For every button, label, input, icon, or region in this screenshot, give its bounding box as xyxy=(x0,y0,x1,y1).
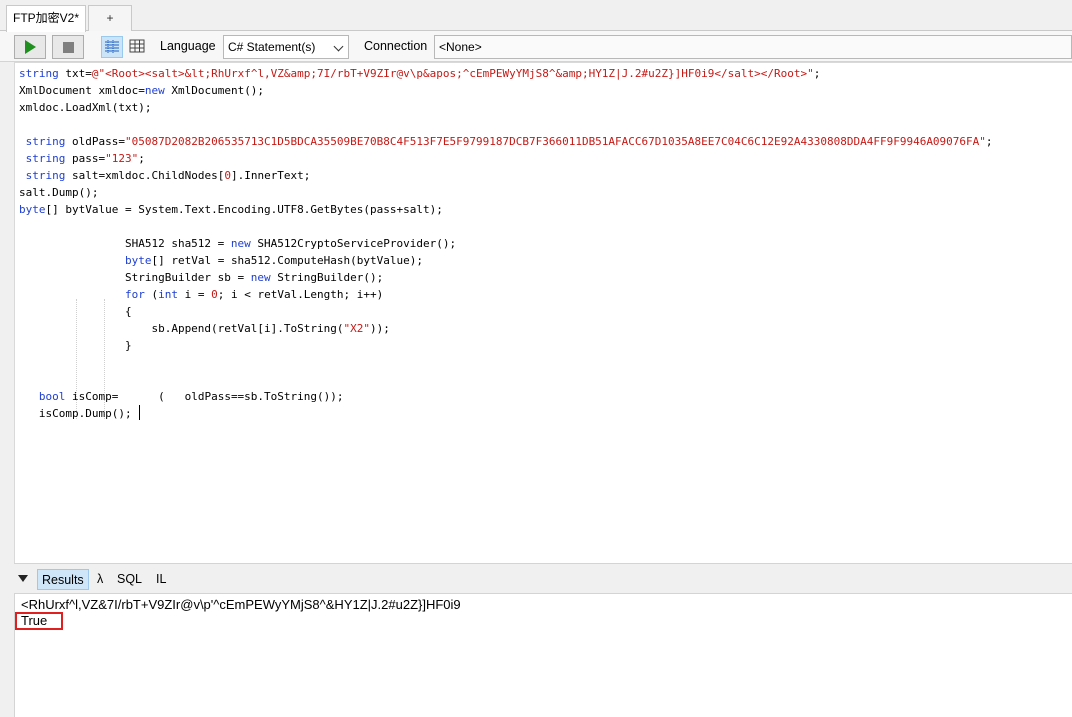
code-line: byte[] bytValue = System.Text.Encoding.U… xyxy=(19,203,443,216)
code-line: { xyxy=(19,305,132,318)
tab-lambda[interactable]: λ xyxy=(93,569,107,590)
results-output: <RhUrxf^l,VZ&7I/rbT+V9ZIr@v\p'^cEmPEWyYM… xyxy=(14,593,1072,717)
output-line: <RhUrxf^l,VZ&7I/rbT+V9ZIr@v\p'^cEmPEWyYM… xyxy=(21,597,461,612)
language-label: Language xyxy=(160,39,216,53)
rich-text-results-button[interactable] xyxy=(101,36,123,58)
toolbar: Language C# Statement(s) Connection <Non… xyxy=(0,31,1072,62)
tab-il[interactable]: IL xyxy=(152,569,170,590)
code-line: for (int i = 0; i < retVal.Length; i++) xyxy=(124,288,384,301)
code-line: } xyxy=(19,339,132,352)
play-icon xyxy=(25,40,36,54)
rich-text-view-icon xyxy=(105,40,119,53)
tab-sql[interactable]: SQL xyxy=(113,569,146,590)
code-line: string txt=@"<Root><salt>&lt;RhUrxf^l,VZ… xyxy=(19,67,821,80)
tab-results[interactable]: Results xyxy=(37,569,89,590)
results-tab-bar: Results λ SQL IL xyxy=(14,563,1072,593)
code-line: XmlDocument xmldoc=new XmlDocument(); xyxy=(19,84,265,97)
code-line: salt.Dump(); xyxy=(19,186,99,199)
connection-value: <None> xyxy=(439,40,482,54)
stop-icon xyxy=(63,42,74,53)
run-button[interactable] xyxy=(14,35,46,59)
connection-select[interactable]: <None> xyxy=(434,35,1072,59)
grid-results-button[interactable] xyxy=(127,36,149,58)
code-line: sb.Append(retVal[i].ToString("X2")); xyxy=(19,322,390,335)
code-line: xmldoc.LoadXml(txt); xyxy=(19,101,152,114)
chevron-down-icon xyxy=(333,41,344,52)
tab-bar: FTP加密V2* + xyxy=(0,0,1072,32)
tab-query[interactable]: FTP加密V2* xyxy=(6,5,86,32)
stop-button[interactable] xyxy=(52,35,84,59)
collapse-triangle-icon[interactable] xyxy=(18,575,28,582)
code-line: bool isComp= ( oldPass==sb.ToString()); xyxy=(38,390,344,403)
connection-label: Connection xyxy=(364,39,428,53)
language-value: C# Statement(s) xyxy=(228,40,316,54)
code-line: byte[] retVal = sha512.ComputeHash(bytVa… xyxy=(124,254,423,267)
code-line: string oldPass="05087D2082B206535713C1D5… xyxy=(25,135,993,148)
grid-view-icon xyxy=(129,39,145,53)
code-line: SHA512 sha512 = new SHA512CryptoServiceP… xyxy=(19,237,457,250)
code-line: StringBuilder sb = new StringBuilder(); xyxy=(19,271,384,284)
language-select[interactable]: C# Statement(s) xyxy=(223,35,349,59)
new-tab-button[interactable]: + xyxy=(88,5,132,31)
text-caret xyxy=(139,405,140,420)
highlight-box xyxy=(15,612,63,630)
code-line: string pass="123"; xyxy=(25,152,145,165)
code-line: isComp.Dump(); xyxy=(19,407,132,420)
code-editor[interactable]: string txt=@"<Root><salt>&lt;RhUrxf^l,VZ… xyxy=(14,62,1072,563)
code-line: string salt=xmldoc.ChildNodes[0].InnerTe… xyxy=(25,169,311,182)
